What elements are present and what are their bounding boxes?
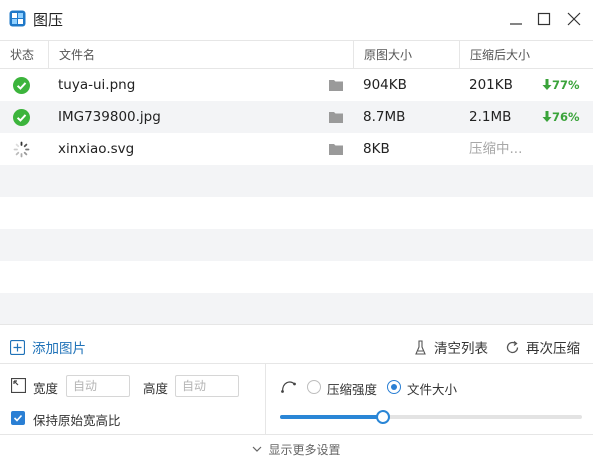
saving-value: 76% bbox=[552, 110, 580, 124]
folder-icon[interactable] bbox=[329, 143, 343, 155]
filename: xinxiao.svg bbox=[58, 141, 135, 157]
empty-row bbox=[0, 261, 593, 293]
resize-icon bbox=[11, 378, 26, 393]
height-label: 高度 bbox=[143, 381, 169, 396]
compression-strength-radio[interactable] bbox=[307, 380, 321, 394]
minimize-button[interactable] bbox=[505, 8, 527, 30]
add-image-button[interactable]: 添加图片 bbox=[10, 337, 86, 357]
clear-list-label: 清空列表 bbox=[434, 341, 488, 357]
table-row[interactable]: tuya-ui.png 904KB 201KB 77% bbox=[0, 69, 593, 101]
compressed-size: 201KB bbox=[469, 77, 513, 93]
compression-slider[interactable] bbox=[280, 410, 582, 424]
table-row[interactable]: xinxiao.svg 8KB 压缩中... bbox=[0, 133, 593, 165]
action-bar: 添加图片 清空列表 再次压缩 bbox=[0, 324, 593, 364]
saving-percent: 76% bbox=[542, 101, 580, 133]
keep-ratio-checkbox[interactable] bbox=[11, 411, 25, 425]
arrow-down-icon bbox=[542, 111, 552, 122]
file-size-radio[interactable] bbox=[387, 380, 401, 394]
maximize-icon bbox=[537, 12, 551, 26]
close-icon bbox=[567, 12, 581, 26]
add-square-icon bbox=[10, 339, 25, 355]
success-check-icon bbox=[13, 109, 30, 126]
saving-value: 77% bbox=[552, 78, 580, 92]
width-label: 宽度 bbox=[33, 381, 59, 396]
original-size: 904KB bbox=[363, 77, 407, 93]
compressed-size: 压缩中... bbox=[469, 141, 523, 157]
broom-icon bbox=[415, 339, 426, 355]
close-button[interactable] bbox=[563, 8, 585, 30]
original-size: 8KB bbox=[363, 141, 390, 157]
app-title: 图压 bbox=[33, 11, 64, 29]
table-header: 状态 文件名 原图大小 压缩后大小 bbox=[0, 40, 593, 69]
empty-row bbox=[0, 165, 593, 197]
compression-strength-label: 压缩强度 bbox=[327, 382, 378, 397]
settings-panel: 宽度 高度 保持原始宽高比 压缩强度 文件大小 bbox=[0, 364, 593, 434]
original-size: 8.7MB bbox=[363, 109, 406, 125]
checkmark-icon bbox=[13, 414, 23, 422]
folder-icon[interactable] bbox=[329, 79, 343, 91]
column-header-compressed-size[interactable]: 压缩后大小 bbox=[459, 41, 530, 69]
loading-spinner-icon bbox=[13, 141, 30, 158]
app-logo-icon bbox=[9, 10, 26, 27]
recompress-label: 再次压缩 bbox=[526, 341, 580, 357]
filename: IMG739800.jpg bbox=[58, 109, 161, 125]
folder-icon[interactable] bbox=[329, 111, 343, 123]
column-header-filename[interactable]: 文件名 bbox=[48, 41, 95, 69]
more-settings-label: 显示更多设置 bbox=[268, 442, 341, 457]
column-header-status[interactable]: 状态 bbox=[10, 41, 34, 69]
minimize-icon bbox=[510, 23, 522, 25]
empty-row bbox=[0, 197, 593, 229]
add-image-label: 添加图片 bbox=[32, 341, 86, 357]
curve-icon bbox=[281, 381, 296, 393]
success-check-icon bbox=[13, 77, 30, 94]
refresh-icon bbox=[506, 340, 519, 353]
column-header-original-size[interactable]: 原图大小 bbox=[353, 41, 412, 69]
more-settings-toggle[interactable]: 显示更多设置 bbox=[0, 434, 593, 463]
filename: tuya-ui.png bbox=[58, 77, 136, 93]
height-input[interactable] bbox=[175, 375, 239, 397]
recompress-button[interactable]: 再次压缩 bbox=[505, 337, 580, 357]
file-size-label: 文件大小 bbox=[407, 382, 458, 397]
title-bar: 图压 bbox=[0, 0, 593, 38]
chevron-down-icon bbox=[253, 446, 262, 452]
keep-ratio-label: 保持原始宽高比 bbox=[33, 413, 121, 428]
slider-fill bbox=[280, 415, 383, 419]
saving-percent: 77% bbox=[542, 69, 580, 101]
arrow-down-icon bbox=[542, 79, 552, 90]
empty-row bbox=[0, 229, 593, 261]
clear-list-button[interactable]: 清空列表 bbox=[413, 337, 488, 357]
table-row[interactable]: IMG739800.jpg 8.7MB 2.1MB 76% bbox=[0, 101, 593, 133]
compressed-size: 2.1MB bbox=[469, 109, 512, 125]
slider-handle[interactable] bbox=[376, 410, 390, 424]
width-input[interactable] bbox=[66, 375, 130, 397]
divider bbox=[265, 364, 266, 434]
empty-row bbox=[0, 293, 593, 325]
maximize-button[interactable] bbox=[533, 8, 555, 30]
